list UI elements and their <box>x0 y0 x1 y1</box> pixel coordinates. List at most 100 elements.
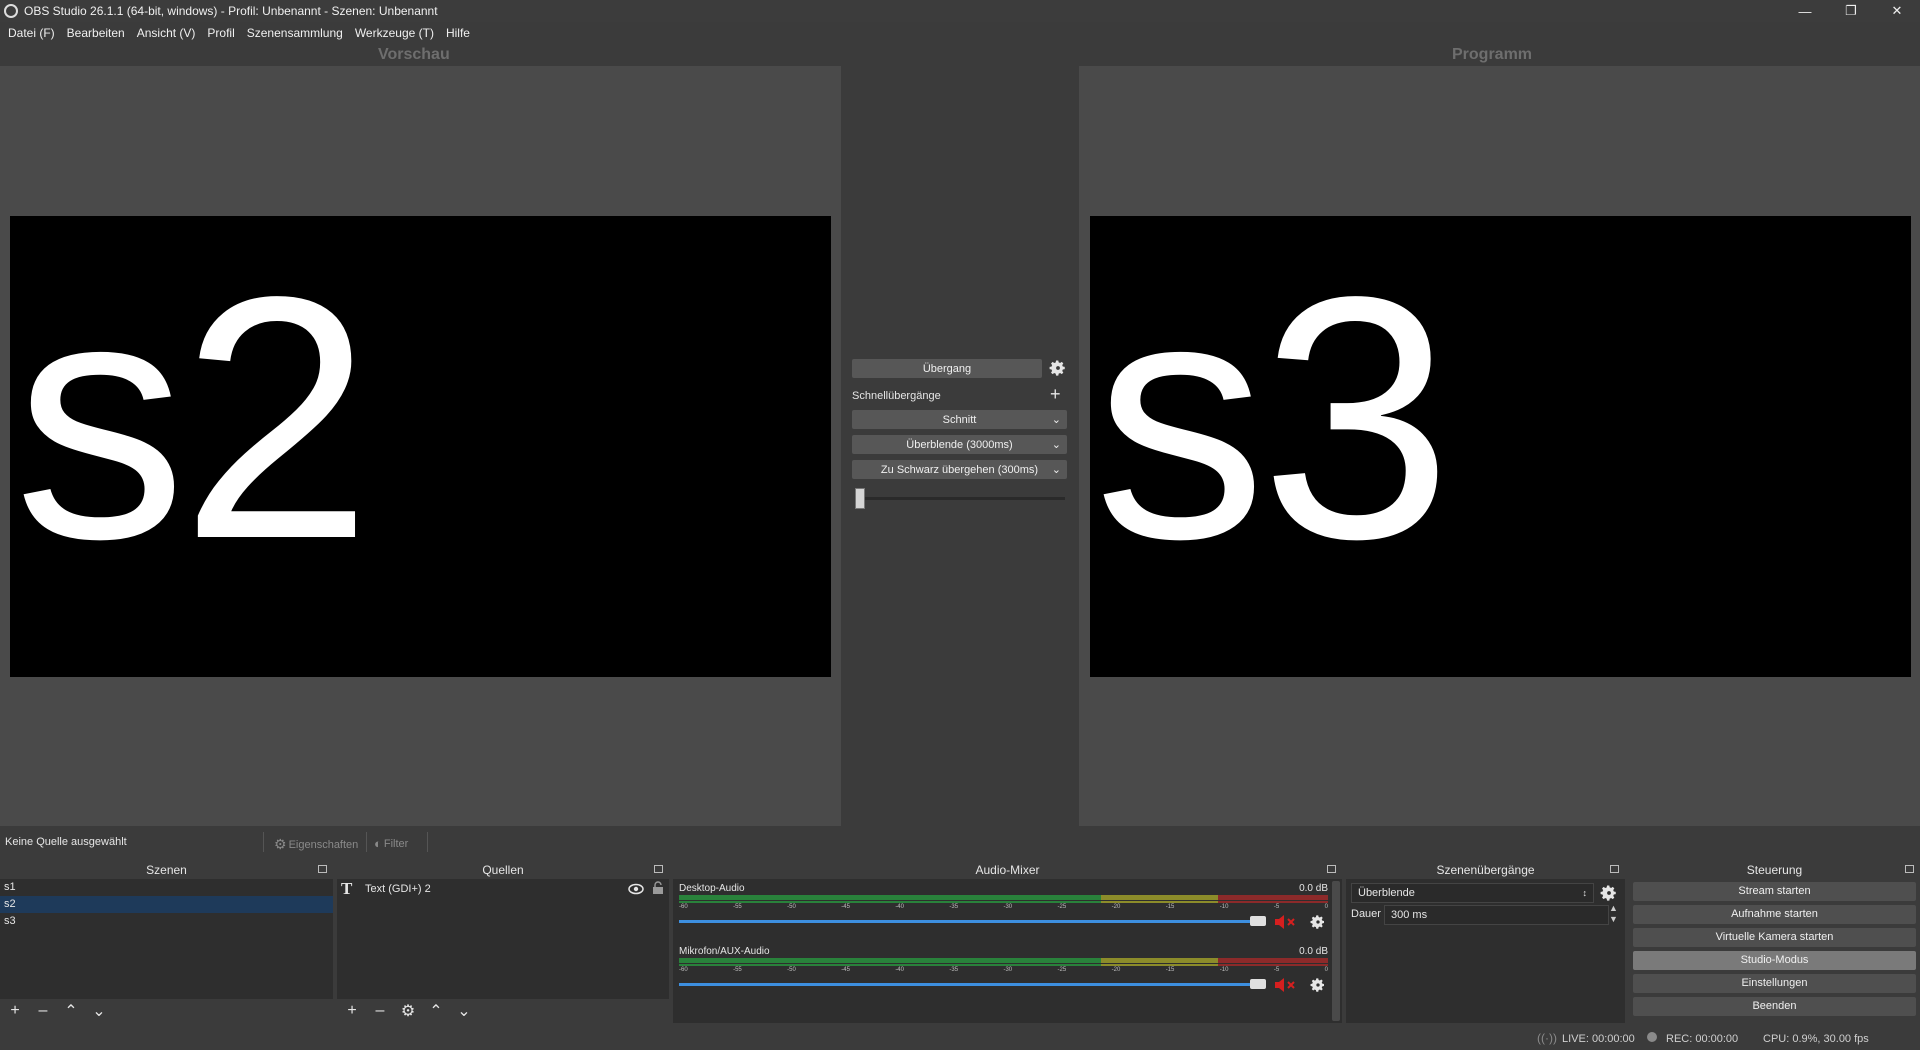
volume-slider-handle[interactable] <box>1250 916 1266 926</box>
program-scene-text: s3 <box>1094 226 1452 611</box>
controls-title: Steuerung <box>1746 863 1803 877</box>
gear-icon[interactable] <box>1310 914 1326 930</box>
rec-time: REC: 00:00:00 <box>1666 1033 1739 1045</box>
channel-db: 0.0 dB <box>1299 883 1328 894</box>
source-item[interactable]: T Text (GDI+) 2 <box>337 879 669 899</box>
tick-label: -55 <box>733 904 742 910</box>
move-down-icon[interactable]: ⌄ <box>90 1001 108 1021</box>
mixer-title: Audio-Mixer <box>975 863 1040 877</box>
scenes-dock: Szenen s1 s2 s3 + – ⌃ ⌄ <box>0 861 333 1023</box>
status-bar: ((·)) LIVE: 00:00:00 REC: 00:00:00 CPU: … <box>0 1023 1920 1050</box>
spin-down-icon[interactable]: ▼ <box>1609 914 1618 924</box>
transition-slider-track[interactable] <box>855 497 1065 500</box>
quick-transition-label: Überblende (3000ms) <box>906 438 1013 451</box>
add-quick-transition-icon[interactable]: + <box>1050 384 1061 405</box>
undock-icon[interactable] <box>1327 865 1336 873</box>
meter-ticks: -60 -55 -50 -45 -40 -35 -30 -25 -20 -15 … <box>679 904 1328 914</box>
sources-list: T Text (GDI+) 2 + – ⚙ ⌃ ⌄ <box>337 879 669 1023</box>
restore-icon[interactable]: ❐ <box>1828 0 1874 22</box>
menu-edit[interactable]: Bearbeiten <box>63 26 133 40</box>
volume-slider-handle[interactable] <box>1250 979 1266 989</box>
transition-button-label: Übergang <box>922 362 972 375</box>
chevron-down-icon[interactable]: ⌄ <box>1052 463 1061 476</box>
mixer-channel-desktop: Desktop-Audio 0.0 dB -60 -55 -50 -45 -40… <box>677 883 1328 939</box>
minimize-icon[interactable]: — <box>1782 0 1828 22</box>
record-dot-icon <box>1647 1032 1657 1042</box>
add-icon[interactable]: + <box>6 1002 24 1020</box>
menu-scene-collection[interactable]: Szenensammlung <box>243 26 351 40</box>
undock-icon[interactable] <box>318 865 327 873</box>
scene-item-s2[interactable]: s2 <box>0 896 333 913</box>
duration-value: 300 ms <box>1391 909 1428 921</box>
lock-icon[interactable] <box>652 881 664 895</box>
transition-select[interactable]: Überblende ↕ <box>1351 883 1594 903</box>
menu-tools[interactable]: Werkzeuge (T) <box>351 26 442 40</box>
chevron-down-icon[interactable]: ⌄ <box>1052 438 1061 451</box>
scene-item-s3[interactable]: s3 <box>0 913 333 930</box>
undock-icon[interactable] <box>1610 865 1619 873</box>
audio-meter <box>679 895 1328 900</box>
menu-help[interactable]: Hilfe <box>442 26 478 40</box>
duration-input[interactable]: 300 ms <box>1384 905 1609 925</box>
undock-icon[interactable] <box>1905 865 1914 873</box>
preview-scene-text: s2 <box>14 226 372 611</box>
quick-transition-label: Zu Schwarz übergehen (300ms) <box>880 463 1039 476</box>
properties-button[interactable]: ⚙ Eigenschaften <box>274 836 358 853</box>
tick-label: -60 <box>679 967 688 973</box>
meter-ticks: -60 -55 -50 -45 -40 -35 -30 -25 -20 -15 … <box>679 967 1328 977</box>
start-stream-button[interactable]: Stream starten <box>1633 882 1916 901</box>
program-canvas: s3 <box>1090 216 1911 677</box>
volume-slider[interactable] <box>679 983 1258 986</box>
studio-mode-button[interactable]: Studio-Modus <box>1633 951 1916 970</box>
menu-view[interactable]: Ansicht (V) <box>133 26 204 40</box>
menu-file[interactable]: Datei (F) <box>4 26 63 40</box>
move-up-icon[interactable]: ⌃ <box>62 1001 80 1021</box>
tick-label: -40 <box>895 904 904 910</box>
quick-transition-cut[interactable]: Schnitt ⌄ <box>852 410 1067 429</box>
remove-icon[interactable]: – <box>371 1002 389 1020</box>
move-down-icon[interactable]: ⌄ <box>455 1001 473 1021</box>
quick-transition-fade[interactable]: Überblende (3000ms) ⌄ <box>852 435 1067 454</box>
transition-slider-handle[interactable] <box>855 488 865 509</box>
channel-name: Mikrofon/AUX-Audio <box>679 946 770 957</box>
spin-up-icon[interactable]: ▲ <box>1609 903 1618 913</box>
transition-button[interactable]: Übergang <box>852 359 1042 378</box>
gear-icon[interactable] <box>1049 359 1067 377</box>
speaker-muted-icon[interactable] <box>1274 977 1298 993</box>
quick-transitions-label: Schnellübergänge <box>852 390 941 402</box>
chevron-down-icon[interactable]: ⌄ <box>1052 413 1061 426</box>
mixer-scrollbar[interactable] <box>1332 881 1340 1021</box>
sources-title: Quellen <box>482 863 524 877</box>
sources-toolbar: + – ⚙ ⌃ ⌄ <box>337 999 669 1023</box>
settings-button[interactable]: Einstellungen <box>1633 974 1916 993</box>
controls-dock: Steuerung Stream starten Aufnahme starte… <box>1629 861 1920 1023</box>
volume-slider[interactable] <box>679 920 1258 923</box>
close-icon[interactable]: ✕ <box>1874 0 1920 22</box>
start-recording-button[interactable]: Aufnahme starten <box>1633 905 1916 924</box>
move-up-icon[interactable]: ⌃ <box>427 1001 445 1021</box>
add-icon[interactable]: + <box>343 1002 361 1020</box>
remove-icon[interactable]: – <box>34 1002 52 1020</box>
mixer-channel-mic: Mikrofon/AUX-Audio 0.0 dB -60 -55 -50 -4… <box>677 946 1328 1002</box>
preview-canvas[interactable]: s2 <box>10 216 831 677</box>
quick-transition-black[interactable]: Zu Schwarz übergehen (300ms) ⌄ <box>852 460 1067 479</box>
speaker-muted-icon[interactable] <box>1274 914 1298 930</box>
gear-icon[interactable] <box>1310 977 1326 993</box>
scene-item-s1[interactable]: s1 <box>0 879 333 896</box>
tick-label: -25 <box>1057 904 1067 910</box>
mixer-dock-title: Audio-Mixer <box>673 861 1342 879</box>
cpu-fps: CPU: 0.9%, 30.00 fps <box>1763 1033 1869 1045</box>
eye-icon[interactable] <box>628 883 644 895</box>
tick-label: -5 <box>1273 967 1280 973</box>
scene-transitions-dock-title: Szenenübergänge <box>1346 861 1625 879</box>
filters-button[interactable]: ◐ Filter <box>374 836 408 851</box>
start-virtual-camera-button[interactable]: Virtuelle Kamera starten <box>1633 928 1916 947</box>
menu-profile[interactable]: Profil <box>203 26 242 40</box>
gear-icon[interactable]: ⚙ <box>399 1001 417 1021</box>
tick-label: -35 <box>949 904 959 910</box>
undock-icon[interactable] <box>654 865 663 873</box>
tick-label: -30 <box>1003 904 1013 910</box>
exit-button[interactable]: Beenden <box>1633 997 1916 1016</box>
preview-pane[interactable]: s2 <box>0 66 841 826</box>
gear-icon[interactable] <box>1600 884 1618 902</box>
